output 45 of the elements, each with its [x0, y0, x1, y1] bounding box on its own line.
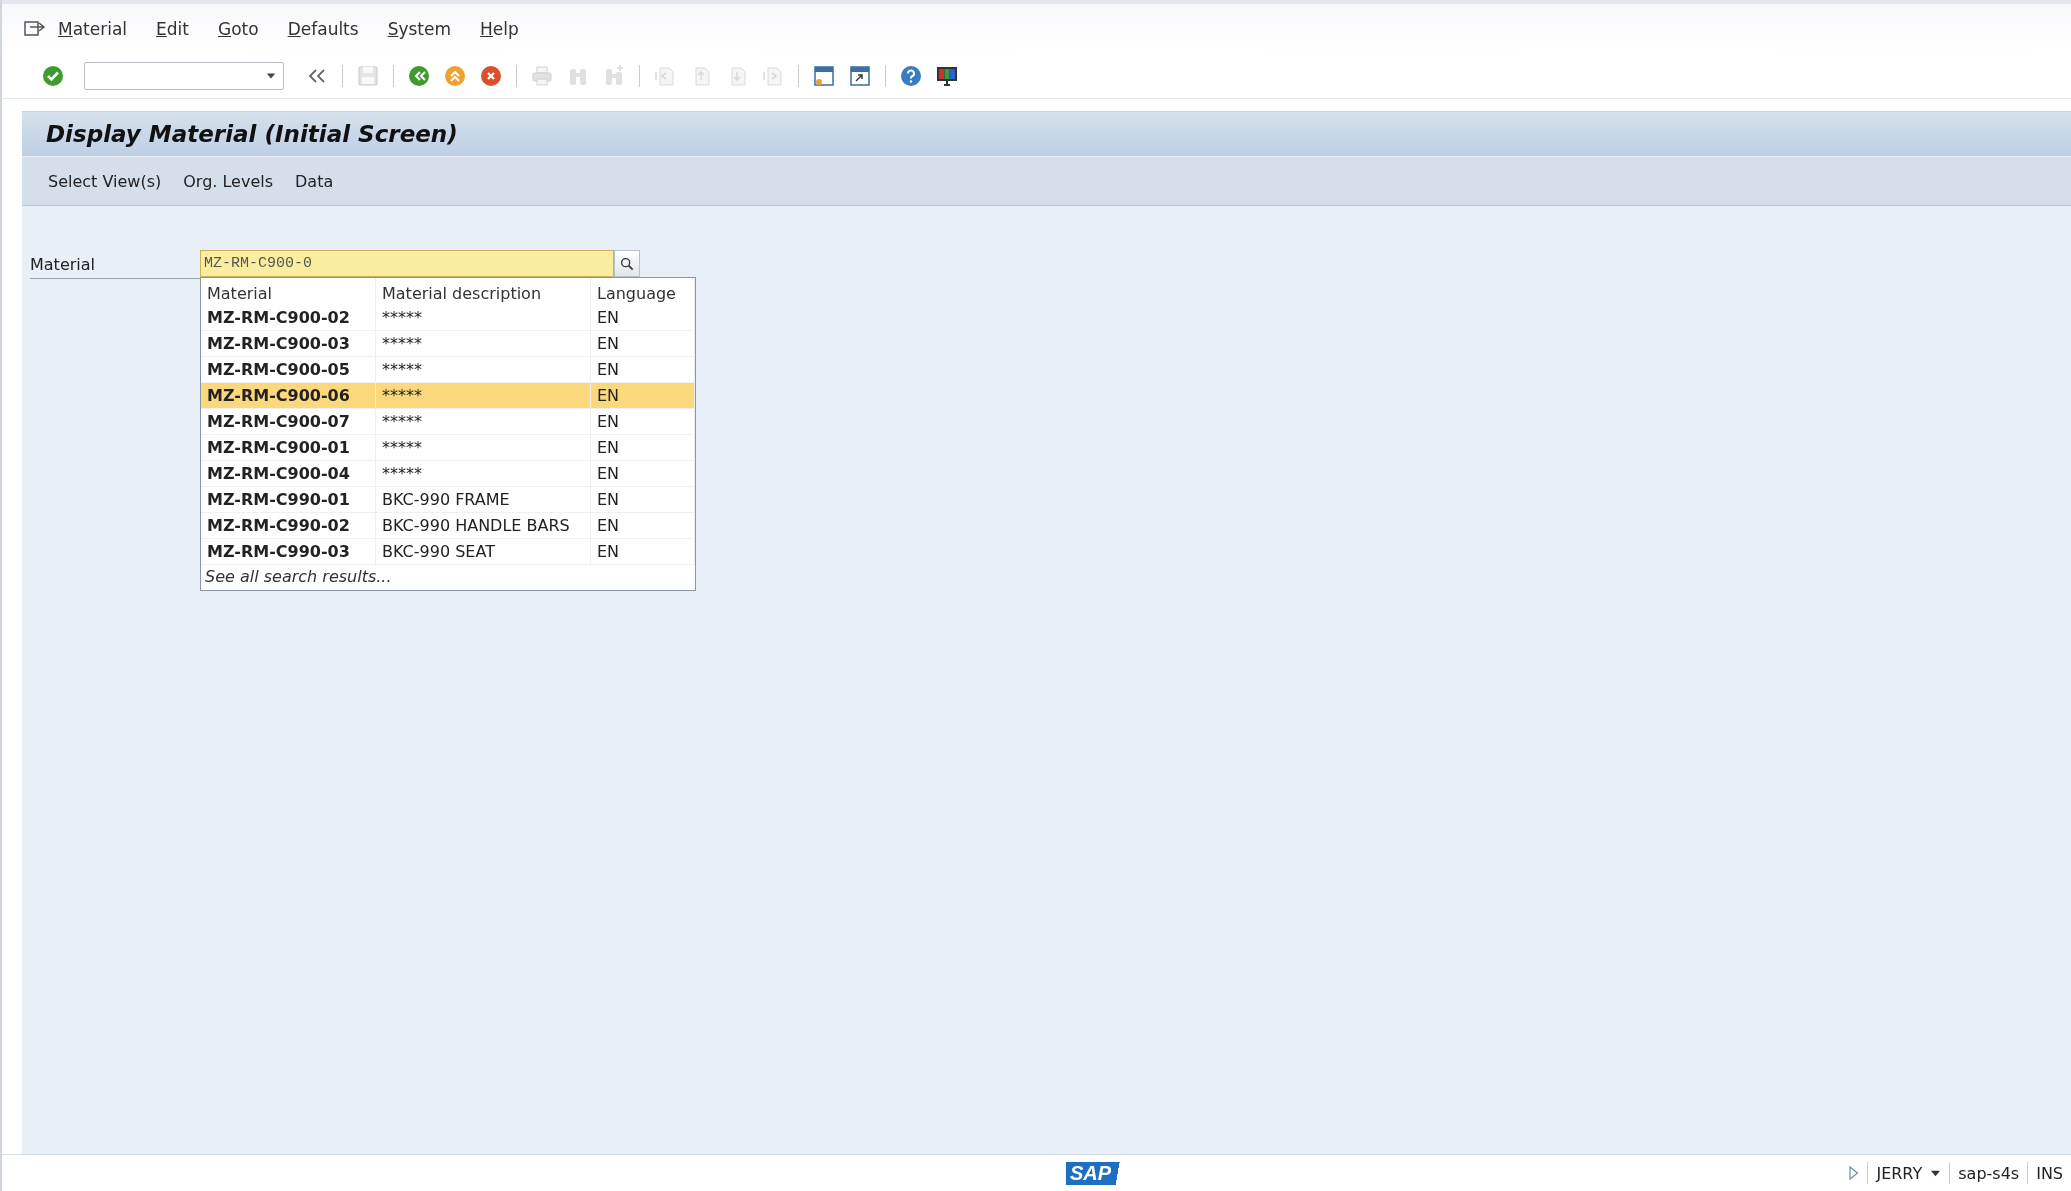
see-all-results-link[interactable]: See all search results...	[201, 565, 695, 590]
screen-title: Display Material (Initial Screen)	[22, 111, 2071, 156]
suggestion-row[interactable]: MZ-RM-C990-02 BKC-990 HANDLE BARS EN	[201, 512, 695, 539]
suggestion-row[interactable]: MZ-RM-C900-04 ***** EN	[201, 460, 695, 487]
selected-suggestion-row[interactable]: MZ-RM-C900-06 ***** EN	[201, 382, 695, 409]
suggestion-row[interactable]: MZ-RM-C990-01 BKC-990 FRAME EN	[201, 486, 695, 513]
page-arrow-icon	[761, 64, 785, 88]
suggestion-row[interactable]: MZ-RM-C900-03 ***** EN	[201, 330, 695, 357]
toolbar-button[interactable]: Data	[287, 167, 342, 195]
input-mode: INS	[2036, 1163, 2063, 1183]
caret-down-icon	[265, 71, 277, 81]
menu-item[interactable]: Defaults	[287, 19, 359, 39]
printer-icon	[530, 64, 554, 88]
help-icon	[899, 64, 923, 88]
column-header: Material description	[375, 278, 591, 305]
triangle-right-icon	[1847, 1165, 1860, 1181]
menu-item[interactable]: Edit	[156, 19, 189, 39]
check-circle-icon	[41, 64, 65, 88]
caret-down-icon	[1930, 1168, 1942, 1178]
system-name: sap-s4s	[1958, 1163, 2020, 1183]
menu-item[interactable]: Goto	[218, 19, 259, 39]
menu-item[interactable]: Material	[58, 19, 128, 39]
monitor-icon	[935, 64, 959, 88]
suggestion-row[interactable]: MZ-RM-C900-02 ***** EN	[201, 305, 695, 331]
search-icon	[619, 255, 635, 272]
search-help-button[interactable]	[614, 250, 640, 277]
column-header: Language	[590, 278, 695, 305]
cancel-circle-icon	[479, 64, 503, 88]
command-field[interactable]	[84, 62, 284, 90]
toolbar-button[interactable]: Org. Levels	[175, 167, 282, 195]
up-chevron-circle-icon	[443, 64, 467, 88]
back-circle-icon	[407, 64, 431, 88]
page-arrow-icon	[653, 64, 677, 88]
column-header: Material	[201, 278, 376, 305]
toolbar-button[interactable]: Select View(s)	[40, 167, 170, 195]
menu-item[interactable]: System	[387, 19, 452, 39]
menu-item[interactable]: Help	[480, 19, 519, 39]
material-input[interactable]: MZ-RM-C900-0	[200, 250, 614, 277]
suggestion-row[interactable]: MZ-RM-C900-01 ***** EN	[201, 434, 695, 461]
suggestion-row[interactable]: MZ-RM-C900-07 ***** EN	[201, 408, 695, 435]
window-icon	[848, 64, 872, 88]
user-name[interactable]: JERRY	[1876, 1163, 1923, 1183]
suggestion-row[interactable]: MZ-RM-C990-03 BKC-990 SEAT EN	[201, 538, 695, 565]
suggestion-row[interactable]: MZ-RM-C900-05 ***** EN	[201, 356, 695, 383]
window-icon	[812, 64, 836, 88]
